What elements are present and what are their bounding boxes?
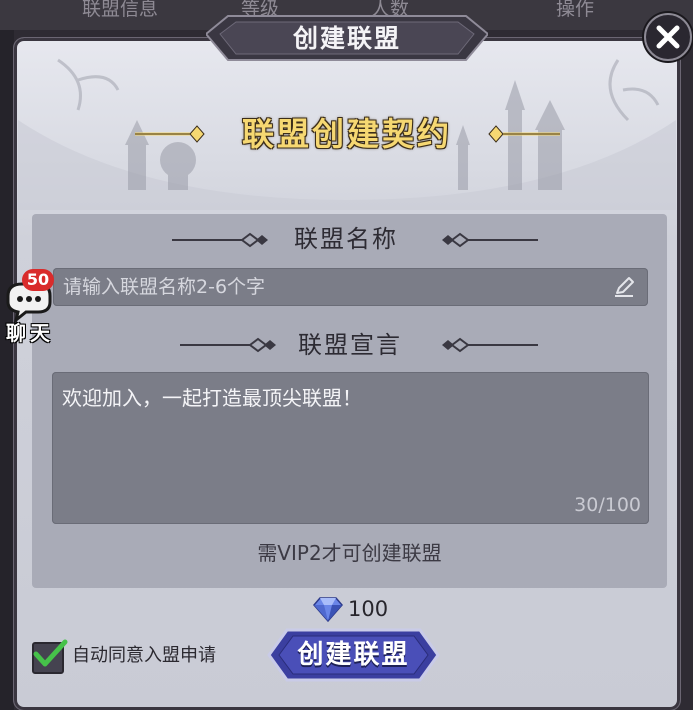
close-button[interactable] (644, 13, 692, 61)
checkmark-icon (33, 639, 68, 667)
vip-requirement-text: 需VIP2才可创建联盟 (257, 541, 442, 565)
banner-right-ornament (488, 125, 560, 143)
diamond-icon (313, 597, 343, 623)
declaration-title-right-ornament (442, 337, 538, 353)
create-alliance-button[interactable]: 创建联盟 (265, 626, 442, 684)
alliance-declaration-heading: 联盟宣言 (298, 331, 402, 359)
cost-amount: 100 (348, 597, 389, 621)
chat-unread-badge: 50 (22, 269, 54, 291)
banner-left-ornament (135, 125, 205, 143)
name-title-right-ornament (442, 232, 538, 248)
background-tab-alliance-info: 联盟信息 (81, 0, 158, 20)
close-icon (656, 25, 680, 49)
declaration-title-left-ornament (180, 337, 276, 353)
background-left-strip (0, 30, 14, 710)
alliance-declaration-textarea[interactable]: 欢迎加入，一起打造最顶尖联盟！ 30/100 (52, 372, 649, 524)
declaration-char-counter: 30/100 (574, 494, 641, 516)
alliance-name-placeholder: 请输入联盟名称2-6个字 (63, 276, 266, 298)
dialog-title: 创建联盟 (292, 24, 401, 53)
pencil-icon[interactable] (612, 275, 636, 299)
auto-accept-label: 自动同意入盟申请 (72, 645, 216, 666)
alliance-name-heading: 联盟名称 (294, 225, 398, 253)
alliance-name-input[interactable]: 请输入联盟名称2-6个字 (53, 268, 648, 306)
name-title-left-ornament (172, 232, 268, 248)
auto-accept-checkbox[interactable] (32, 639, 68, 674)
background-tab-actions: 操作 (555, 0, 594, 20)
chat-label[interactable]: 聊天 (0, 320, 60, 346)
banner-title: 联盟创建契约 (241, 115, 452, 153)
declaration-text: 欢迎加入，一起打造最顶尖联盟！ (62, 386, 362, 410)
